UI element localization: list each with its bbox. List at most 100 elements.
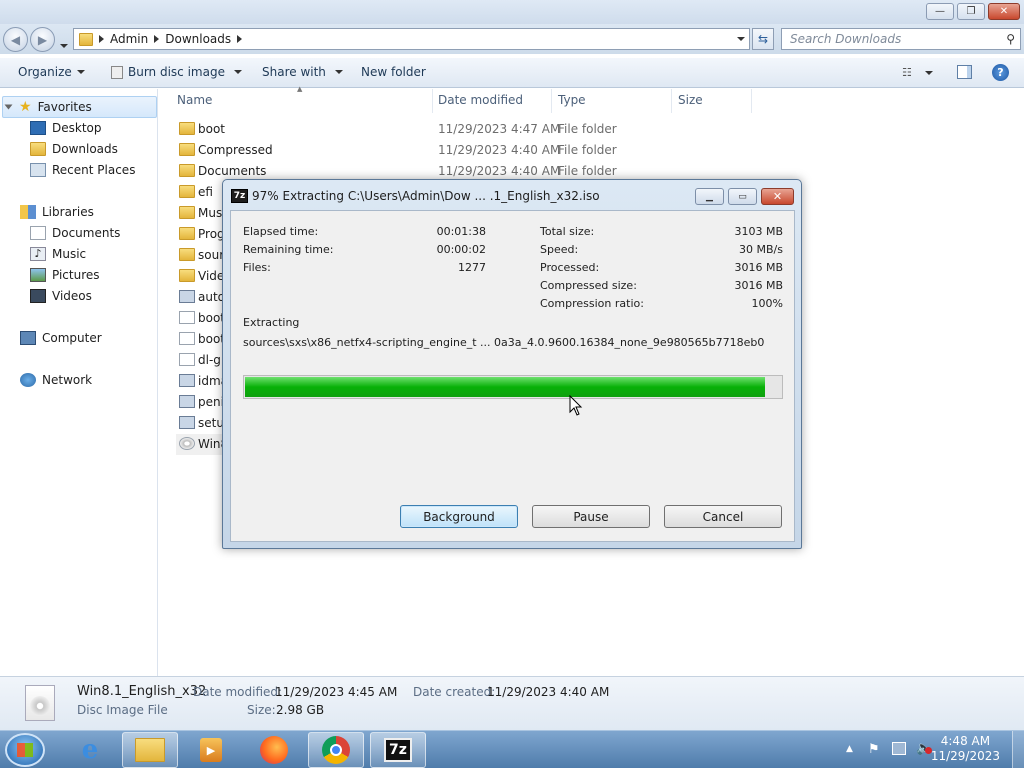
internet-explorer-taskbar-icon[interactable]: e bbox=[62, 732, 118, 768]
forward-button[interactable]: ▶ bbox=[30, 27, 55, 52]
sidebar-item-recent-places[interactable]: Recent Places bbox=[30, 160, 135, 180]
file-name: Prog bbox=[198, 227, 225, 241]
compressed-size-label: Compressed size: bbox=[540, 279, 637, 292]
recent-pages-dropdown[interactable] bbox=[60, 37, 68, 51]
file-row[interactable]: boot 11/29/2023 4:47 AM File folder bbox=[176, 119, 756, 140]
column-divider[interactable] bbox=[671, 89, 672, 113]
view-icon: ☷ bbox=[902, 66, 912, 79]
new-folder-button[interactable]: New folder bbox=[361, 65, 426, 79]
start-button[interactable] bbox=[5, 733, 45, 767]
maximize-button[interactable]: ❐ bbox=[957, 3, 985, 20]
details-date-created-label: Date created: bbox=[413, 685, 496, 699]
breadcrumb-arrow-icon bbox=[99, 35, 104, 43]
sidebar-item-libraries[interactable]: Libraries bbox=[20, 202, 94, 222]
7zip-taskbar-icon[interactable]: 7z bbox=[370, 732, 426, 768]
dialog-minimize-button[interactable]: ▁ bbox=[695, 188, 724, 205]
downloads-label: Downloads bbox=[52, 142, 118, 156]
search-placeholder: Search Downloads bbox=[790, 32, 902, 46]
burn-label: Burn disc image bbox=[128, 65, 225, 79]
windows-explorer-taskbar-icon[interactable] bbox=[122, 732, 178, 768]
downloads-icon bbox=[30, 142, 46, 156]
burn-disc-image-button[interactable]: Burn disc image bbox=[111, 65, 242, 79]
organize-button[interactable]: Organize bbox=[18, 65, 85, 79]
processed-value: 3016 MB bbox=[734, 261, 783, 274]
file-row[interactable]: Compressed 11/29/2023 4:40 AM File folder bbox=[176, 140, 756, 161]
app-icon bbox=[179, 374, 195, 387]
file-date-modified: 11/29/2023 4:40 AM bbox=[438, 164, 561, 178]
file-icon bbox=[179, 353, 195, 366]
help-icon[interactable]: ? bbox=[992, 64, 1009, 81]
dialog-close-button[interactable]: ✕ bbox=[761, 188, 794, 205]
star-icon: ★ bbox=[19, 99, 32, 115]
cancel-button[interactable]: Cancel bbox=[664, 505, 782, 528]
close-button[interactable]: ✕ bbox=[988, 3, 1020, 20]
address-dropdown-icon[interactable] bbox=[737, 37, 745, 41]
sidebar-item-network[interactable]: Network bbox=[20, 370, 92, 390]
sidebar-item-videos[interactable]: Videos bbox=[30, 286, 92, 306]
navigation-bar: ◀ ▶ Admin Downloads ⇆ Search Downloads ⚲ bbox=[0, 24, 1024, 54]
file-name: dl-g bbox=[198, 353, 221, 367]
sidebar-item-favorites[interactable]: ★ Favorites bbox=[4, 97, 92, 117]
recent-places-label: Recent Places bbox=[52, 163, 136, 177]
refresh-button[interactable]: ⇆ bbox=[752, 28, 774, 50]
background-button[interactable]: Background bbox=[400, 505, 518, 528]
details-filename: Win8.1_English_x32 bbox=[77, 684, 207, 699]
settings-icon bbox=[179, 290, 195, 303]
address-bar[interactable]: Admin Downloads bbox=[73, 28, 750, 50]
sidebar-item-desktop[interactable]: Desktop bbox=[30, 118, 102, 138]
system-clock[interactable]: 4:48 AM 11/29/2023 bbox=[931, 734, 1000, 764]
back-button[interactable]: ◀ bbox=[3, 27, 28, 52]
desktop-icon bbox=[30, 121, 46, 135]
libraries-label: Libraries bbox=[42, 205, 94, 219]
file-type: File folder bbox=[558, 143, 617, 157]
column-header-size[interactable]: Size bbox=[678, 93, 703, 107]
elapsed-time-label: Elapsed time: bbox=[243, 225, 319, 238]
column-header-name[interactable]: Name bbox=[177, 93, 212, 107]
files-label: Files: bbox=[243, 261, 271, 274]
folder-icon bbox=[179, 143, 195, 156]
videos-icon bbox=[30, 289, 46, 303]
show-desktop-button[interactable] bbox=[1012, 731, 1024, 768]
sidebar-item-documents[interactable]: Documents bbox=[30, 223, 120, 243]
sidebar-item-music[interactable]: ♪ Music bbox=[30, 244, 86, 264]
remaining-time-value: 00:00:02 bbox=[436, 243, 486, 256]
sidebar-item-pictures[interactable]: Pictures bbox=[30, 265, 100, 285]
column-divider[interactable] bbox=[551, 89, 552, 113]
column-divider[interactable] bbox=[432, 89, 433, 113]
music-label: Music bbox=[52, 247, 87, 261]
chrome-taskbar-icon[interactable] bbox=[308, 732, 364, 768]
sidebar-item-computer[interactable]: Computer bbox=[20, 328, 102, 348]
clock-time: 4:48 AM bbox=[940, 734, 991, 748]
breadcrumb-downloads[interactable]: Downloads bbox=[165, 32, 231, 46]
action-center-flag-icon[interactable]: ⚑ bbox=[868, 742, 880, 757]
change-view-button[interactable]: ☷ bbox=[902, 66, 933, 79]
file-date-modified: 11/29/2023 4:47 AM bbox=[438, 122, 561, 136]
media-player-taskbar-icon[interactable]: ▶ bbox=[183, 732, 239, 768]
network-tray-icon[interactable] bbox=[892, 742, 906, 755]
column-header-type[interactable]: Type bbox=[558, 93, 586, 107]
preview-pane-button[interactable] bbox=[957, 65, 972, 79]
search-input[interactable]: Search Downloads ⚲ bbox=[781, 28, 1021, 50]
column-divider[interactable] bbox=[751, 89, 752, 113]
minimize-button[interactable]: — bbox=[926, 3, 954, 20]
extraction-dialog: 7z 97% Extracting C:\Users\Admin\Dow ...… bbox=[222, 179, 802, 549]
sort-arrow-icon: ▲ bbox=[297, 85, 303, 93]
pause-button[interactable]: Pause bbox=[532, 505, 650, 528]
file-name: boot bbox=[198, 311, 226, 325]
file-name: Compressed bbox=[198, 143, 273, 157]
show-hidden-icons-button[interactable]: ▲ bbox=[846, 744, 853, 754]
column-header-date[interactable]: Date modified bbox=[438, 93, 523, 107]
window-titlebar: — ❐ ✕ bbox=[0, 0, 1024, 24]
details-size: 2.98 GB bbox=[276, 703, 325, 717]
breadcrumb-arrow-icon bbox=[154, 35, 160, 43]
firefox-taskbar-icon[interactable] bbox=[246, 732, 302, 768]
elapsed-time-value: 00:01:38 bbox=[436, 225, 486, 238]
dialog-maximize-button[interactable]: ▭ bbox=[728, 188, 757, 205]
expand-icon[interactable] bbox=[4, 104, 13, 110]
sidebar-item-downloads[interactable]: Downloads bbox=[30, 139, 118, 159]
disc-icon bbox=[111, 65, 123, 79]
breadcrumb-admin[interactable]: Admin bbox=[110, 32, 148, 46]
share-with-button[interactable]: Share with bbox=[262, 65, 343, 79]
folder-icon bbox=[179, 206, 195, 219]
extracting-label: Extracting bbox=[243, 316, 300, 329]
